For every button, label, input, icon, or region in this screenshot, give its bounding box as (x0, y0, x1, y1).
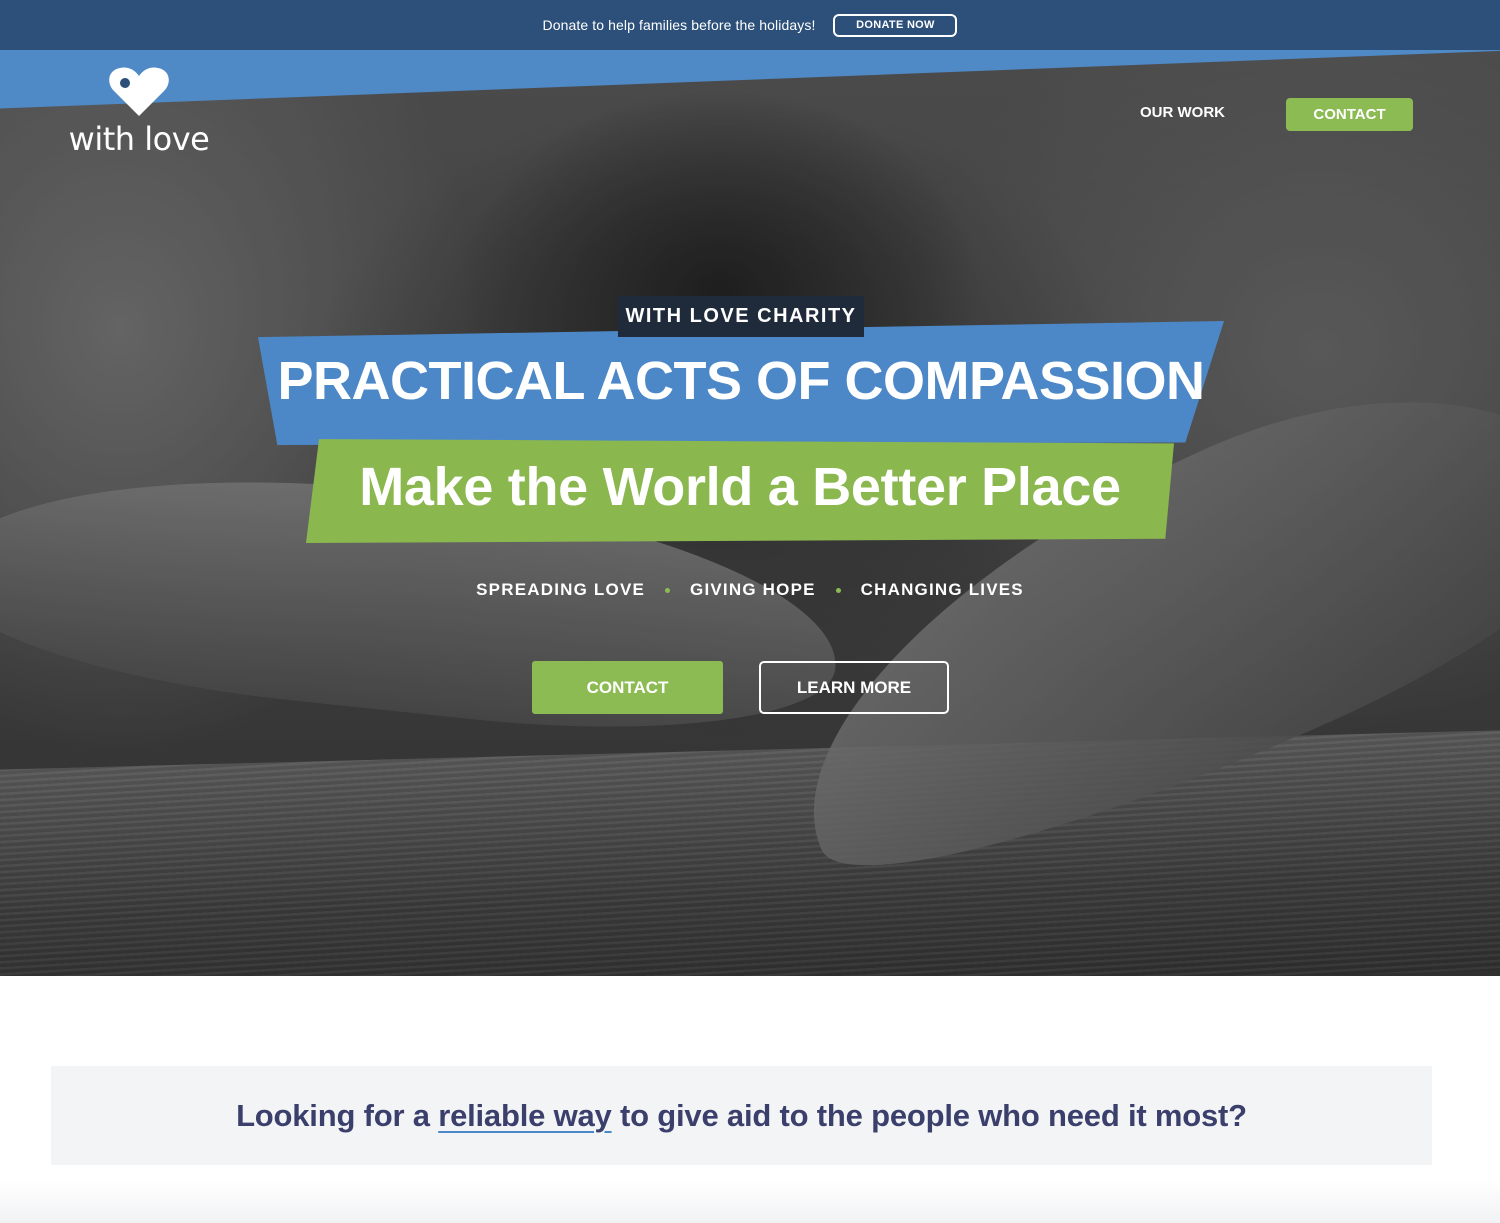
intro-text-before: Looking for a (236, 1097, 439, 1133)
intro-text-after: to give aid to the people who need it mo… (611, 1097, 1247, 1133)
intro-heading: Looking for a reliable way to give aid t… (236, 1098, 1247, 1134)
logo-text: with love (68, 120, 210, 158)
hero-taglines: SPREADING LOVE GIVING HOPE CHANGING LIVE… (0, 580, 1500, 600)
hero-contact-button[interactable]: CONTACT (532, 661, 723, 714)
intro-reliable-way-link[interactable]: reliable way (438, 1098, 612, 1133)
tagline-item: CHANGING LIVES (860, 580, 1024, 599)
announcement-bar: Donate to help families before the holid… (0, 0, 1500, 50)
hero-headline-primary: PRACTICAL ACTS OF COMPASSION (277, 351, 1205, 411)
site-logo[interactable]: with love (64, 66, 214, 158)
tagline-separator-dot (665, 587, 671, 593)
hero-eyebrow: WITH LOVE CHARITY (618, 296, 864, 337)
hero-learn-more-button[interactable]: LEARN MORE (759, 661, 949, 714)
tagline-separator-dot (835, 587, 841, 593)
intro-card: Looking for a reliable way to give aid t… (51, 1066, 1432, 1165)
donate-now-button[interactable]: DONATE NOW (833, 13, 958, 37)
nav-our-work-link[interactable]: OUR WORK (1140, 104, 1225, 121)
tagline-item: SPREADING LOVE (476, 580, 646, 599)
heart-tag-icon (109, 67, 169, 116)
nav-contact-button[interactable]: CONTACT (1286, 98, 1413, 131)
hero-headline-secondary: Make the World a Better Place (359, 457, 1121, 517)
tagline-item: GIVING HOPE (690, 580, 816, 599)
next-section-edge (0, 1180, 1500, 1223)
announcement-text: Donate to help families before the holid… (542, 17, 816, 33)
